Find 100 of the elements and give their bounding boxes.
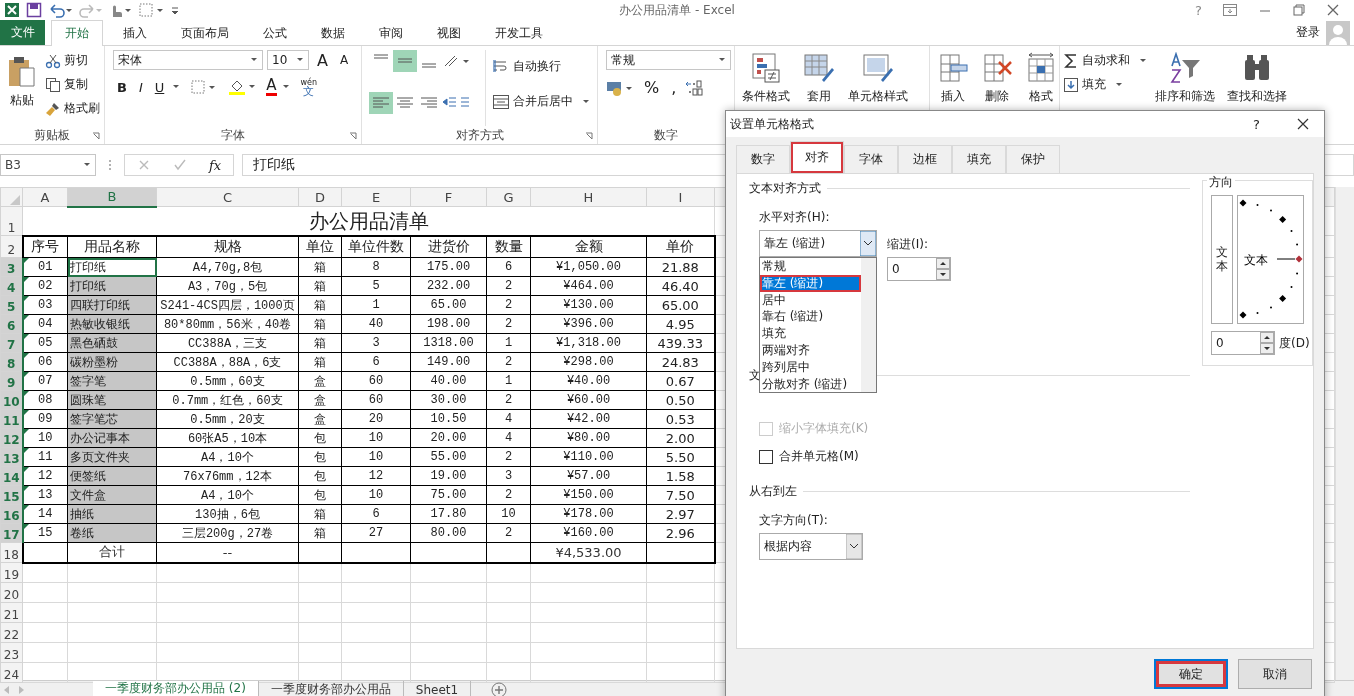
- table-cell[interactable]: CC388A，三支: [156, 333, 299, 353]
- sheet-tab[interactable]: Sheet1: [403, 681, 472, 696]
- table-cell[interactable]: 10: [486, 504, 531, 524]
- table-cell[interactable]: 27: [341, 523, 411, 543]
- table-cell[interactable]: 20.00: [410, 428, 487, 448]
- table-cell[interactable]: 198.00: [410, 314, 487, 334]
- table-cell[interactable]: 1: [486, 371, 531, 391]
- table-cell[interactable]: S241-4CS四层，1000页: [156, 295, 299, 315]
- table-cell[interactable]: 24.83: [646, 352, 715, 372]
- row-header[interactable]: 18: [0, 542, 23, 563]
- table-cell[interactable]: 60张A5，10本: [156, 428, 299, 448]
- table-cell[interactable]: ¥60.00: [530, 390, 647, 410]
- table-cell[interactable]: ¥396.00: [530, 314, 647, 334]
- table-cell[interactable]: 打印纸: [67, 257, 157, 277]
- column-header[interactable]: H: [530, 187, 647, 207]
- table-cell[interactable]: 60: [341, 390, 411, 410]
- row-header[interactable]: 1: [0, 206, 23, 236]
- table-cell[interactable]: 箱: [298, 333, 342, 353]
- table-cell[interactable]: ¥1,050.00: [530, 257, 647, 277]
- table-cell[interactable]: 130抽，6包: [156, 504, 299, 524]
- column-header[interactable]: D: [298, 187, 342, 207]
- caret-icon[interactable]: [172, 84, 181, 90]
- dropdown-option[interactable]: 靠左 (缩进): [760, 274, 861, 292]
- comma-button[interactable]: ,: [667, 78, 681, 97]
- horizontal-align-dropdown[interactable]: 靠左 (缩进): [759, 230, 877, 257]
- table-cell[interactable]: 0.50: [646, 390, 715, 410]
- font-size-field[interactable]: 10: [267, 50, 309, 70]
- table-cell[interactable]: 1318.00: [410, 333, 487, 353]
- table-cell[interactable]: 439.33: [646, 333, 715, 353]
- table-cell[interactable]: 箱: [298, 523, 342, 543]
- shrink-font-button[interactable]: A: [335, 53, 353, 67]
- sheet-tab[interactable]: 一季度财务部办公用品: [258, 681, 404, 696]
- dialog-tab[interactable]: 数字: [736, 145, 790, 173]
- table-cell[interactable]: 箱: [298, 276, 342, 296]
- checkbox[interactable]: [759, 449, 773, 464]
- table-cell[interactable]: 3: [486, 466, 531, 486]
- table-cell[interactable]: 2: [486, 390, 531, 410]
- table-cell[interactable]: 30.00: [410, 390, 487, 410]
- vertical-align-button[interactable]: [393, 50, 417, 72]
- phonetic-button[interactable]: wén 文: [300, 78, 318, 96]
- table-cell[interactable]: A3，70g，5包: [156, 276, 299, 296]
- dialog-tab[interactable]: 字体: [844, 145, 898, 173]
- add-sheet-icon[interactable]: [491, 681, 508, 696]
- table-cell[interactable]: 40: [341, 314, 411, 334]
- table-cell[interactable]: 5: [341, 276, 411, 296]
- cancel-icon[interactable]: [137, 158, 151, 172]
- table-cell[interactable]: 65.00: [646, 295, 715, 315]
- table-cell[interactable]: A4，10个: [156, 447, 299, 467]
- table-cell[interactable]: A4，10个: [156, 485, 299, 505]
- dialog-button[interactable]: 取消: [1238, 659, 1312, 689]
- table-cell[interactable]: ¥150.00: [530, 485, 647, 505]
- table-cell[interactable]: 合计: [67, 542, 157, 563]
- table-cell[interactable]: ¥160.00: [530, 523, 647, 543]
- dialog-tab[interactable]: 填充: [952, 145, 1006, 173]
- table-cell[interactable]: 10.50: [410, 409, 487, 429]
- column-header[interactable]: B: [67, 187, 157, 207]
- table-cell[interactable]: 76x76mm，12本: [156, 466, 299, 486]
- table-cell[interactable]: 80*80mm，56米，40卷: [156, 314, 299, 334]
- insert-function-button[interactable]: fx: [209, 157, 222, 173]
- table-cell[interactable]: 三层200g，27卷: [156, 523, 299, 543]
- degrees-spinner[interactable]: 0: [1211, 331, 1275, 355]
- dropdown-option[interactable]: 常规: [760, 258, 861, 275]
- table-cell[interactable]: 80.00: [410, 523, 487, 543]
- ribbon-display-icon[interactable]: [1222, 3, 1238, 17]
- row-header[interactable]: 23: [0, 642, 23, 663]
- undo-icon[interactable]: [48, 2, 72, 18]
- table-cell[interactable]: 19.00: [410, 466, 487, 486]
- percent-button[interactable]: %: [640, 78, 664, 97]
- vertical-text-button[interactable]: 文本: [1211, 195, 1233, 324]
- name-box[interactable]: B3: [0, 154, 96, 176]
- table-cell[interactable]: 0.5mm，60支: [156, 371, 299, 391]
- table-cell[interactable]: 0.67: [646, 371, 715, 391]
- dialog-button[interactable]: 确定: [1154, 659, 1228, 689]
- table-cell[interactable]: 55.00: [410, 447, 487, 467]
- table-cell[interactable]: 5.50: [646, 447, 715, 467]
- ribbon-tab[interactable]: 数据: [307, 20, 359, 45]
- table-cell[interactable]: ¥80.00: [530, 428, 647, 448]
- cut-button[interactable]: 剪切: [45, 50, 100, 71]
- table-cell[interactable]: 40.00: [410, 371, 487, 391]
- file-tab[interactable]: 文件: [0, 20, 45, 45]
- table-cell[interactable]: 2.96: [646, 523, 715, 543]
- table-cell[interactable]: 17.80: [410, 504, 487, 524]
- table-cell[interactable]: 20: [341, 409, 411, 429]
- column-header[interactable]: C: [156, 187, 299, 207]
- number-format-field[interactable]: 常规: [606, 50, 731, 70]
- table-cell[interactable]: 2: [486, 447, 531, 467]
- sheet-tab[interactable]: 一季度财务部办公用品 (2): [93, 681, 259, 696]
- column-header[interactable]: F: [410, 187, 487, 207]
- dropdown-option[interactable]: 分散对齐 (缩进): [760, 375, 861, 393]
- table-cell[interactable]: ¥40.00: [530, 371, 647, 391]
- table-cell[interactable]: 10: [341, 447, 411, 467]
- dropdown-option[interactable]: 两端对齐: [760, 342, 861, 359]
- table-cell[interactable]: 3: [341, 333, 411, 353]
- table-cell[interactable]: 盒: [298, 409, 342, 429]
- row-header[interactable]: 2: [0, 235, 23, 258]
- table-cell[interactable]: 75.00: [410, 485, 487, 505]
- ribbon-tab[interactable]: 视图: [423, 20, 475, 45]
- help-button[interactable]: ?: [1195, 2, 1202, 18]
- autosum-button[interactable]: 自动求和: [1063, 50, 1147, 71]
- table-cell[interactable]: 149.00: [410, 352, 487, 372]
